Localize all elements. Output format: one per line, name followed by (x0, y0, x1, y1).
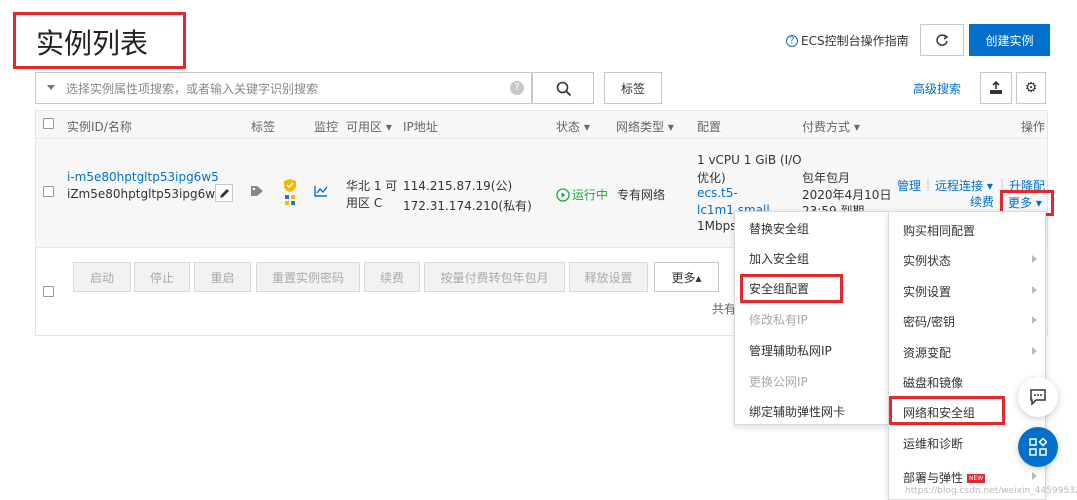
gear-icon: ⚙ (1024, 80, 1038, 96)
remote-connect-link[interactable]: 远程连接 ▾ (935, 177, 993, 194)
new-badge: NEW (967, 474, 986, 483)
stop-button[interactable]: 停止 (134, 262, 190, 292)
menu-item-change-public-ip[interactable]: 更换公网IP (749, 373, 808, 390)
renew-button[interactable]: 续费 (364, 262, 420, 292)
menu-item-modify-private-ip[interactable]: 修改私有IP (749, 311, 808, 328)
sg-config-highlight-box (740, 274, 843, 303)
menu-item-ops-diagnosis[interactable]: 运维和诊断 (903, 435, 963, 452)
renew-link[interactable]: 续费 (970, 193, 994, 210)
config-spec-link[interactable]: ecs.t5- (697, 186, 738, 200)
export-button[interactable] (980, 72, 1012, 104)
menu-item-deploy-elastic[interactable]: 部署与弹性 NEW (903, 469, 986, 486)
ip-public: 114.215.87.19(公) (403, 179, 513, 193)
col-billing[interactable]: 付费方式 ▾ (802, 118, 860, 135)
menu-item-resource-change[interactable]: 资源变配 (903, 344, 951, 361)
col-zone[interactable]: 可用区 ▾ (346, 118, 392, 135)
ip-private: 172.31.174.210(私有) (403, 199, 532, 213)
search-icon (556, 81, 572, 97)
chevron-right-icon (1032, 255, 1037, 263)
watermark: https://blog.csdn.net/weixin_44599532 (905, 486, 1077, 496)
footer-more-button[interactable]: 更多▴ (654, 262, 719, 292)
security-badge-icon[interactable] (283, 178, 297, 206)
action-separator-2: | (1000, 177, 1005, 191)
apps-icon (1029, 438, 1047, 456)
total-count-text: 共有 (712, 302, 737, 316)
network-sg-highlight-box (889, 396, 1005, 425)
start-button[interactable]: 启动 (73, 262, 131, 292)
tag-filter-button[interactable]: 标签 (604, 72, 662, 104)
chevron-right-icon (1032, 472, 1037, 480)
refresh-icon (936, 34, 949, 46)
config-line1: 1 vCPU 1 GiB (I/O (697, 153, 802, 167)
search-dropdown-caret-icon[interactable] (47, 85, 55, 90)
config-bandwidth: 1Mbps (697, 219, 737, 233)
manage-link[interactable]: 管理 (897, 177, 921, 194)
table-header (36, 111, 1047, 139)
instance-id-link[interactable]: i-m5e80hptgltp53ipg6w5 (67, 170, 219, 184)
network-security-submenu: 替换安全组 加入安全组 安全组配置 修改私有IP 管理辅助私网IP 更换公网IP… (734, 211, 889, 425)
status-badge: 运行中 (556, 186, 608, 203)
refresh-button[interactable] (920, 24, 964, 56)
menu-item-buy-same[interactable]: 购买相同配置 (903, 222, 975, 239)
search-placeholder: 选择实例属性项搜索，或者输入关键字识别搜索 (66, 82, 319, 96)
convert-billing-button[interactable]: 按量付费转包年包月 (424, 262, 565, 292)
edit-name-button[interactable] (215, 184, 233, 202)
chevron-right-icon (1032, 286, 1037, 294)
footer-select-all-checkbox[interactable] (43, 286, 54, 297)
billing-type: 包年包月 (802, 171, 851, 185)
reset-password-button[interactable]: 重置实例密码 (256, 262, 360, 292)
monitor-chart-icon[interactable] (314, 185, 328, 197)
chevron-right-icon (1032, 347, 1037, 355)
settings-button[interactable]: ⚙ (1016, 72, 1046, 104)
zone-line2: 用区 C (346, 196, 383, 210)
menu-item-password-key[interactable]: 密码/密钥 (903, 313, 955, 330)
col-config: 配置 (697, 120, 722, 134)
console-guide-label: ECS控制台操作指南 (801, 34, 909, 48)
release-settings-button[interactable]: 释放设置 (569, 262, 648, 292)
export-icon (990, 81, 1002, 94)
col-instance-id: 实例ID/名称 (67, 120, 132, 134)
instance-name: iZm5e80hptgltp53ipg6w5Z (67, 187, 231, 201)
billing-date: 2020年4月10日 (802, 188, 892, 202)
config-line2: 优化) (697, 171, 726, 185)
restart-button[interactable]: 重启 (194, 262, 251, 292)
chevron-right-icon (1032, 316, 1037, 324)
menu-item-disk-image[interactable]: 磁盘和镜像 (903, 374, 963, 391)
menu-item-instance-status[interactable]: 实例状态 (903, 252, 951, 269)
menu-item-bind-eni[interactable]: 绑定辅助弹性网卡 (749, 403, 845, 420)
create-instance-button[interactable]: 创建实例 (969, 24, 1050, 56)
menu-item-manage-secondary-ip[interactable]: 管理辅助私网IP (749, 342, 832, 359)
col-network[interactable]: 网络类型 ▾ (616, 118, 674, 135)
search-button[interactable] (532, 72, 594, 104)
search-help-icon[interactable]: ? (510, 81, 524, 95)
select-all-checkbox[interactable] (43, 118, 54, 129)
apps-button[interactable] (1018, 427, 1058, 467)
chat-icon (1030, 389, 1046, 406)
col-actions: 操作 (1021, 120, 1046, 134)
col-ip: IP地址 (403, 120, 438, 134)
console-guide-link[interactable]: ? ECS控制台操作指南 (786, 32, 909, 49)
advanced-search-link[interactable]: 高级搜索 (913, 80, 961, 97)
chat-button[interactable] (1018, 377, 1058, 417)
menu-item-replace-sg[interactable]: 替换安全组 (749, 220, 809, 237)
menu-item-instance-settings[interactable]: 实例设置 (903, 283, 951, 300)
col-monitor: 监控 (314, 120, 339, 134)
col-tag: 标签 (251, 120, 276, 134)
zone-line1: 华北 1 可 (346, 179, 398, 193)
edit-icon (219, 188, 229, 198)
col-status[interactable]: 状态 ▾ (556, 118, 590, 135)
play-circle-icon (556, 187, 570, 202)
action-separator: | (926, 177, 931, 191)
page-title: 实例列表 (36, 27, 149, 60)
row-checkbox[interactable] (43, 186, 54, 197)
tag-icon[interactable] (250, 185, 264, 197)
menu-item-join-sg[interactable]: 加入安全组 (749, 250, 809, 267)
help-circle-icon: ? (786, 34, 798, 47)
network-type: 专有网络 (617, 188, 666, 202)
